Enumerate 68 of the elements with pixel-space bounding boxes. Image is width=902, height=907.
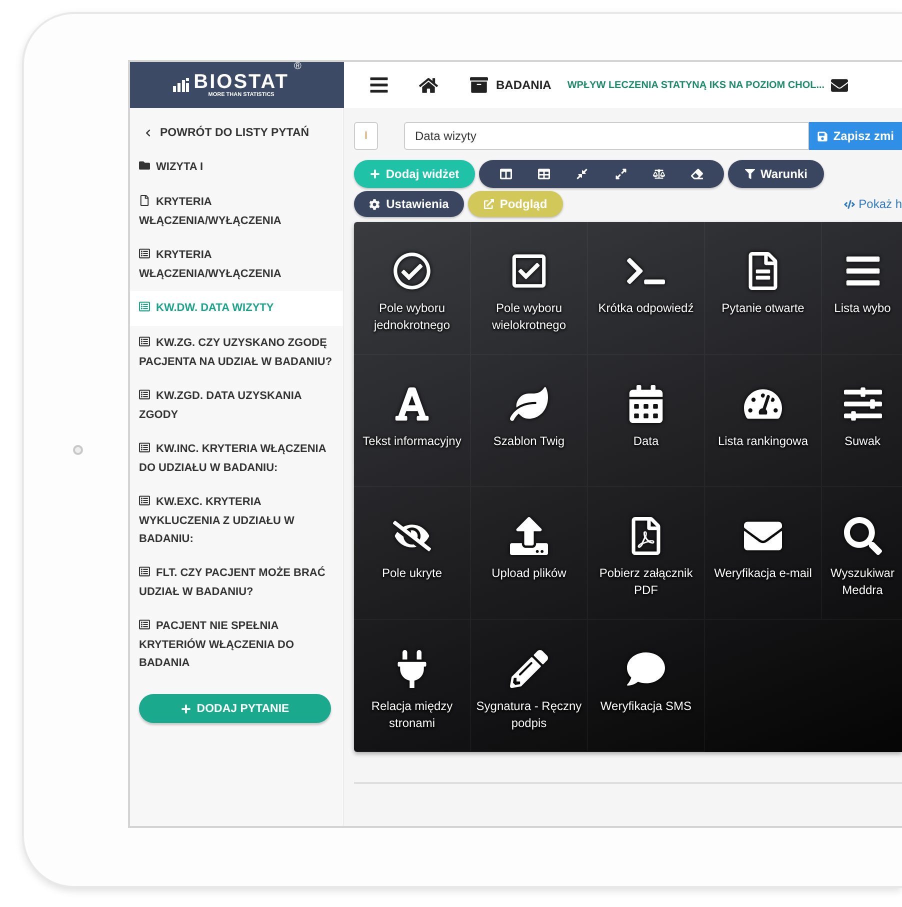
- columns-icon[interactable]: [498, 166, 514, 182]
- list-icon: [139, 301, 150, 312]
- calendar-icon: [627, 382, 665, 424]
- widget-tile[interactable]: Pole wyboru wielokrotnego: [471, 222, 588, 354]
- widget-tile[interactable]: Tekst informacyjny: [354, 354, 471, 487]
- eraser-icon[interactable]: [688, 166, 705, 182]
- folder-icon: [139, 160, 150, 171]
- study-title[interactable]: WPŁYW LECZENIA STATYNĄ IKS NA POZIOM CHOL...: [567, 80, 825, 90]
- chevron-left-icon: [144, 129, 152, 137]
- list-icon: [139, 389, 150, 400]
- save-icon: [817, 130, 828, 142]
- question-item[interactable]: KRYTERIA WŁĄCZENIA/WYŁĄCZENIA: [130, 185, 343, 238]
- code-icon: [844, 198, 855, 210]
- question-item[interactable]: KW.ZG. CZY UZYSKANO ZGODĘ PACJENTA NA UDZIAŁ W BADANIU?: [130, 326, 343, 379]
- widget-tile[interactable]: Data: [588, 354, 705, 487]
- widget-tile[interactable]: Upload plików: [471, 487, 588, 620]
- list-icon: [139, 248, 150, 259]
- widget-tile[interactable]: Lista wybo: [822, 222, 902, 354]
- logo-name: BIOSTAT: [194, 72, 289, 92]
- list-icon: [139, 619, 150, 630]
- search-icon: [844, 515, 882, 557]
- document-icon: [139, 195, 150, 206]
- section-link[interactable]: BADANIA: [496, 78, 552, 92]
- registered-mark: ®: [294, 62, 302, 72]
- list-icon: [139, 566, 150, 577]
- widget-tile[interactable]: Wyszukiwar Meddra: [822, 487, 902, 620]
- widget-tile[interactable]: Pole ukryte: [354, 487, 471, 620]
- menu-icon[interactable]: [369, 75, 389, 95]
- source-link[interactable]: Pokaż h: [844, 197, 902, 211]
- home-icon[interactable]: [419, 76, 438, 94]
- settings-icon: [369, 198, 380, 210]
- label-badge: I: [354, 122, 378, 150]
- question-item[interactable]: FLT. CZY PACJENT MOŻE BRAĆ UDZIAŁ W BADANIU?: [130, 556, 343, 609]
- plus-icon: [180, 704, 191, 714]
- filter-icon: [744, 169, 755, 179]
- widget-tile[interactable]: Lista rankingowa: [705, 354, 822, 487]
- question-item[interactable]: KW.INC. KRYTERIA WŁĄCZENIA DO UDZIAŁU W BADANIU:: [130, 432, 343, 485]
- question-item[interactable]: KW.EXC. KRYTERIA WYKLUCZENIA Z UDZIAŁU W BADANIU:: [130, 485, 343, 556]
- envelope-icon[interactable]: [830, 76, 848, 94]
- plus-icon: [370, 169, 380, 179]
- settings-button[interactable]: Ustawienia: [354, 191, 464, 217]
- list-icon: [139, 495, 150, 506]
- list-icon: [139, 336, 150, 347]
- pencil-icon: [510, 648, 548, 690]
- widget-tile[interactable]: Pytanie otwarte: [705, 222, 822, 354]
- widget-tile[interactable]: Krótka odpowiedź: [588, 222, 705, 354]
- conditions-button[interactable]: Warunki: [728, 160, 824, 188]
- widget-tile[interactable]: Suwak: [822, 354, 902, 487]
- back-link[interactable]: POWRÓT DO LISTY PYTAŃ: [130, 116, 343, 150]
- external-link-icon: [484, 199, 494, 209]
- question-item[interactable]: WIZYTA I: [130, 150, 343, 185]
- back-link-text[interactable]: POWRÓT DO LISTY PYTAŃ: [160, 124, 310, 142]
- bar-chart-icon: [172, 78, 189, 92]
- question-item[interactable]: KW.ZGD. DATA UZYSKANIA ZGODY: [130, 379, 343, 432]
- widget-tile[interactable]: Pole wyboru jednokrotnego: [354, 222, 471, 354]
- widget-tile[interactable]: Szablon Twig: [471, 354, 588, 487]
- question-item[interactable]: KRYTERIA WŁĄCZENIA/WYŁĄCZENIA: [130, 238, 343, 291]
- list-icon: [139, 442, 150, 453]
- upload-icon: [510, 515, 548, 557]
- widget-tile[interactable]: Sygnatura - Ręczny podpis: [471, 620, 588, 752]
- widget-tile[interactable]: Pobierz załącznik PDF: [588, 487, 705, 620]
- widget-tile[interactable]: Relacja między stronami: [354, 620, 471, 752]
- widget-tile[interactable]: Weryfikacja e-mail: [705, 487, 822, 620]
- question-item[interactable]: PACJENT NIE SPEŁNIA KRYTERIÓW WŁĄCZENIA DO BADANIA: [130, 609, 343, 680]
- widget-tile[interactable]: Weryfikacja SMS: [588, 620, 705, 752]
- title-input-field[interactable]: Data wizyty: [404, 122, 810, 150]
- archive-box-icon[interactable]: [470, 76, 488, 94]
- table-icon[interactable]: [536, 166, 552, 182]
